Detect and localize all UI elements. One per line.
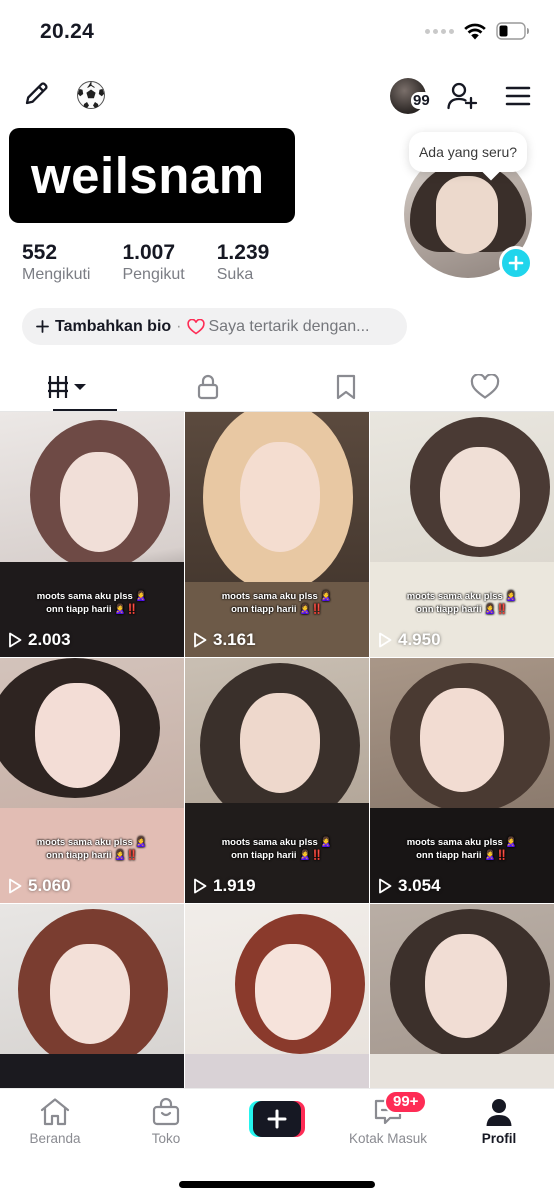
stat-followers[interactable]: 1.007 Pengikut (122, 241, 184, 285)
play-icon (379, 632, 392, 648)
battery-icon (496, 22, 529, 40)
status-bar: 20.24 (0, 0, 554, 64)
video-thumbnail[interactable]: moots sama aku plss 🙎‍♀️ onn tiapp harii … (370, 658, 554, 903)
heart-icon (186, 318, 205, 334)
interest-label[interactable]: Saya tertarik dengan... (209, 318, 370, 336)
video-caption: moots sama aku plss 🙎‍♀️ onn tiapp harii … (36, 591, 148, 615)
status-time: 20.24 (40, 20, 95, 43)
view-count: 2.003 (8, 630, 71, 650)
profile-person-icon (486, 1099, 512, 1126)
menu-icon[interactable] (500, 78, 536, 114)
video-thumbnail[interactable]: moots sama aku plss 🙎‍♀️ onn tiapp harii … (0, 658, 184, 903)
add-friend-icon[interactable] (444, 78, 480, 114)
stat-following-value: 552 (22, 241, 58, 264)
home-indicator (179, 1181, 375, 1188)
status-bubble[interactable]: Ada yang seru? (409, 132, 527, 172)
notification-count: 99 (411, 92, 432, 109)
videos-grid-icon (48, 376, 87, 398)
video-thumbnail[interactable]: moots sama aku plss 🙎‍♀️ onn tiapp harii … (185, 658, 369, 903)
nav-profile[interactable]: Profil (444, 1097, 554, 1146)
content-tabs (0, 362, 554, 412)
stat-followers-value: 1.007 (122, 241, 176, 264)
video-thumbnail[interactable]: moots sama aku plss 🙎‍♀️ onn tiapp harii … (370, 412, 554, 657)
add-bio-label[interactable]: Tambahkan bio (55, 318, 171, 336)
nav-profile-label: Profil (481, 1131, 517, 1146)
tab-private[interactable] (139, 362, 278, 412)
tab-liked[interactable] (416, 362, 554, 412)
bookmark-icon (337, 374, 356, 400)
video-caption: moots sama aku plss 🙎‍♀️ onn tiapp harii … (406, 837, 518, 861)
nav-home[interactable]: Beranda (0, 1097, 110, 1146)
video-caption: moots sama aku plss 🙎‍♀️ onn tiapp harii … (36, 837, 148, 861)
nav-home-label: Beranda (29, 1131, 81, 1146)
nav-shop-label: Toko (151, 1131, 181, 1146)
stat-likes[interactable]: 1.239 Suka (217, 241, 270, 285)
view-count: 4.950 (378, 630, 441, 650)
stat-following-label: Mengikuti (22, 266, 91, 283)
username-banner: weilsnam (9, 128, 295, 223)
view-count: 3.054 (378, 876, 441, 896)
add-story-button[interactable] (499, 246, 533, 280)
stat-likes-label: Suka (216, 266, 254, 283)
bio-separator: · (176, 317, 182, 335)
pencil-icon[interactable] (20, 78, 52, 110)
username: weilsnam (31, 147, 265, 204)
stat-following[interactable]: 552 Mengikuti (22, 241, 90, 285)
video-caption: moots sama aku plss 🙎‍♀️ onn tiapp harii … (406, 591, 518, 615)
video-caption: moots sama aku plss 🙎‍♀️ onn tiapp harii … (221, 591, 333, 615)
soccer-ball-icon[interactable] (74, 78, 108, 112)
nav-shop[interactable]: Toko (111, 1097, 221, 1146)
video-thumbnail[interactable] (185, 904, 369, 1088)
stat-likes-value: 1.239 (216, 241, 270, 264)
create-button[interactable] (249, 1101, 305, 1137)
profile-stats: 552 Mengikuti 1.007 Pengikut 1.239 Suka (22, 241, 301, 285)
play-icon (194, 878, 207, 894)
video-thumbnail[interactable] (370, 904, 554, 1088)
plus-icon (267, 1109, 287, 1129)
home-icon (40, 1098, 70, 1126)
video-grid: moots sama aku plss 🙎‍♀️ onn tiapp harii … (0, 412, 554, 1088)
wifi-icon (464, 23, 486, 39)
view-count: 5.060 (8, 876, 71, 896)
video-caption: moots sama aku plss 🙎‍♀️ onn tiapp harii … (221, 837, 333, 861)
play-icon (9, 632, 22, 648)
stat-followers-label: Pengikut (122, 266, 185, 283)
tab-bookmarks[interactable] (277, 362, 416, 412)
heart-icon (470, 374, 499, 399)
nav-inbox-label: Kotak Masuk (348, 1131, 428, 1146)
inbox-badge: 99+ (384, 1090, 428, 1114)
view-count: 3.161 (193, 630, 256, 650)
bio-pill[interactable]: Tambahkan bio · Saya tertarik dengan... (22, 308, 407, 345)
video-thumbnail[interactable] (0, 904, 184, 1088)
video-thumbnail[interactable]: moots sama aku plss 🙎‍♀️ onn tiapp harii … (0, 412, 184, 657)
lock-icon (197, 374, 218, 400)
play-icon (379, 878, 392, 894)
play-icon (194, 632, 207, 648)
play-icon (9, 878, 22, 894)
view-count: 1.919 (193, 876, 256, 896)
status-indicators (425, 22, 530, 40)
plus-icon (508, 255, 524, 271)
shopping-bag-icon (152, 1097, 180, 1126)
cellular-signal-icon (425, 28, 454, 34)
tab-videos[interactable] (0, 362, 139, 412)
video-thumbnail[interactable]: moots sama aku plss 🙎‍♀️ onn tiapp harii … (185, 412, 369, 657)
plus-icon (36, 320, 49, 333)
profile-header: 99 (0, 74, 554, 118)
